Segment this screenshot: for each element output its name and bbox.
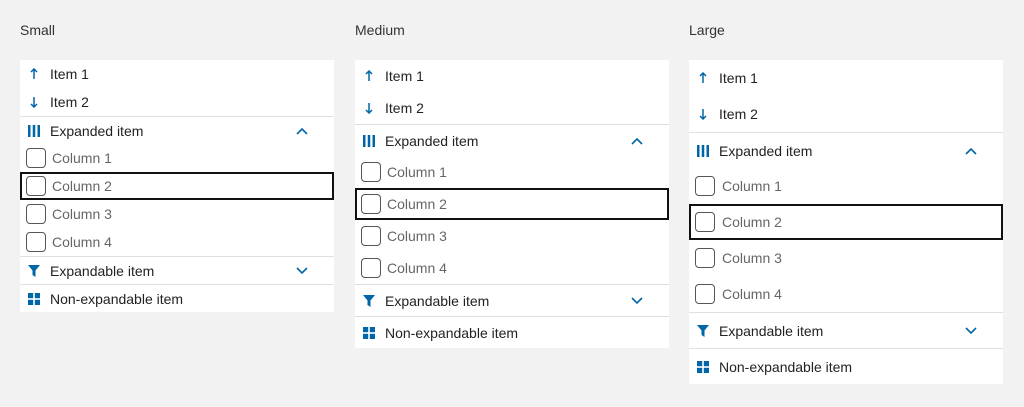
menu-item-label: Expanded item — [50, 122, 144, 139]
column-checkbox[interactable] — [26, 148, 46, 168]
menu-item-label: Expandable item — [50, 262, 155, 279]
menu-item-label: Non-expandable item — [385, 324, 519, 341]
column-checkbox[interactable] — [26, 204, 46, 224]
column-label: Column 2 — [387, 196, 447, 212]
column-label: Column 1 — [52, 150, 112, 166]
column-option-1[interactable]: Column 1 — [689, 168, 1003, 204]
menu-panel: Item 1 Item 2 Expanded item Column 1 Col… — [355, 60, 669, 348]
column-checkbox[interactable] — [26, 232, 46, 252]
column-label: Column 1 — [387, 164, 447, 180]
filter-icon — [26, 263, 42, 279]
column-option-4[interactable]: Column 4 — [355, 252, 669, 284]
grid-icon — [695, 359, 711, 375]
menu-item-label: Expanded item — [385, 132, 479, 149]
filter-icon — [695, 323, 711, 339]
menu-panel: Item 1 Item 2 Expanded item Column 1 Col… — [20, 60, 334, 312]
column-option-3[interactable]: Column 3 — [20, 200, 334, 228]
expanded-item[interactable]: Expanded item — [689, 132, 1003, 168]
chevron-down-icon[interactable] — [294, 263, 310, 279]
column-label: Column 2 — [722, 214, 782, 230]
arrow-down-icon — [26, 94, 42, 110]
column-option-4[interactable]: Column 4 — [689, 276, 1003, 312]
column-checkbox[interactable] — [695, 176, 715, 196]
columns-icon — [695, 143, 711, 159]
column-option-2[interactable]: Column 2 — [355, 188, 669, 220]
columns-icon — [26, 123, 42, 139]
menu-item-label: Expandable item — [385, 292, 490, 309]
column-option-4[interactable]: Column 4 — [20, 228, 334, 256]
arrow-up-icon — [361, 68, 377, 84]
menu-item-label: Item 2 — [719, 106, 758, 122]
column-checkbox[interactable] — [361, 194, 381, 214]
menu-item-2[interactable]: Item 2 — [689, 96, 1003, 132]
section-title: Large — [689, 22, 725, 38]
column-label: Column 1 — [722, 178, 782, 194]
column-label: Column 3 — [722, 250, 782, 266]
chevron-up-icon[interactable] — [963, 143, 979, 159]
column-label: Column 2 — [52, 178, 112, 194]
menu-item-label: Item 2 — [385, 100, 424, 116]
menu-item-2[interactable]: Item 2 — [355, 92, 669, 124]
columns-icon — [361, 133, 377, 149]
column-checkbox[interactable] — [695, 212, 715, 232]
expandable-item[interactable]: Expandable item — [689, 312, 1003, 348]
menu-item-label: Item 1 — [385, 68, 424, 84]
menu-item-1[interactable]: Item 1 — [689, 60, 1003, 96]
chevron-down-icon[interactable] — [629, 293, 645, 309]
column-checkbox[interactable] — [361, 226, 381, 246]
arrow-down-icon — [361, 100, 377, 116]
column-option-2[interactable]: Column 2 — [20, 172, 334, 200]
column-label: Column 4 — [52, 234, 112, 250]
section-title: Small — [20, 22, 56, 38]
expandable-item[interactable]: Expandable item — [355, 284, 669, 316]
menu-item-label: Item 1 — [50, 66, 89, 82]
grid-icon — [26, 291, 42, 307]
menu-item-2[interactable]: Item 2 — [20, 88, 334, 116]
section-title: Medium — [355, 22, 405, 38]
column-checkbox[interactable] — [695, 284, 715, 304]
non-expandable-item[interactable]: Non-expandable item — [20, 284, 334, 312]
chevron-down-icon[interactable] — [963, 323, 979, 339]
arrow-up-icon — [26, 66, 42, 82]
column-checkbox[interactable] — [26, 176, 46, 196]
chevron-up-icon[interactable] — [629, 133, 645, 149]
column-option-2[interactable]: Column 2 — [689, 204, 1003, 240]
chevron-up-icon[interactable] — [294, 123, 310, 139]
column-label: Column 4 — [387, 260, 447, 276]
filter-icon — [361, 293, 377, 309]
arrow-down-icon — [695, 106, 711, 122]
expanded-item[interactable]: Expanded item — [355, 124, 669, 156]
column-option-1[interactable]: Column 1 — [20, 144, 334, 172]
column-option-3[interactable]: Column 3 — [689, 240, 1003, 276]
column-checkbox[interactable] — [695, 248, 715, 268]
menu-panel: Item 1 Item 2 Expanded item Column 1 Col… — [689, 60, 1003, 384]
menu-item-1[interactable]: Item 1 — [355, 60, 669, 92]
column-label: Column 3 — [52, 206, 112, 222]
menu-item-label: Item 2 — [50, 94, 89, 110]
column-label: Column 4 — [722, 286, 782, 302]
menu-item-label: Non-expandable item — [719, 358, 853, 375]
expanded-item[interactable]: Expanded item — [20, 116, 334, 144]
column-checkbox[interactable] — [361, 162, 381, 182]
column-option-1[interactable]: Column 1 — [355, 156, 669, 188]
column-checkbox[interactable] — [361, 258, 381, 278]
column-label: Column 3 — [387, 228, 447, 244]
menu-item-1[interactable]: Item 1 — [20, 60, 334, 88]
arrow-up-icon — [695, 70, 711, 86]
menu-item-label: Expanded item — [719, 142, 813, 159]
column-option-3[interactable]: Column 3 — [355, 220, 669, 252]
grid-icon — [361, 325, 377, 341]
menu-item-label: Expandable item — [719, 322, 824, 339]
expandable-item[interactable]: Expandable item — [20, 256, 334, 284]
non-expandable-item[interactable]: Non-expandable item — [355, 316, 669, 348]
menu-item-label: Non-expandable item — [50, 290, 184, 307]
non-expandable-item[interactable]: Non-expandable item — [689, 348, 1003, 384]
menu-item-label: Item 1 — [719, 70, 758, 86]
